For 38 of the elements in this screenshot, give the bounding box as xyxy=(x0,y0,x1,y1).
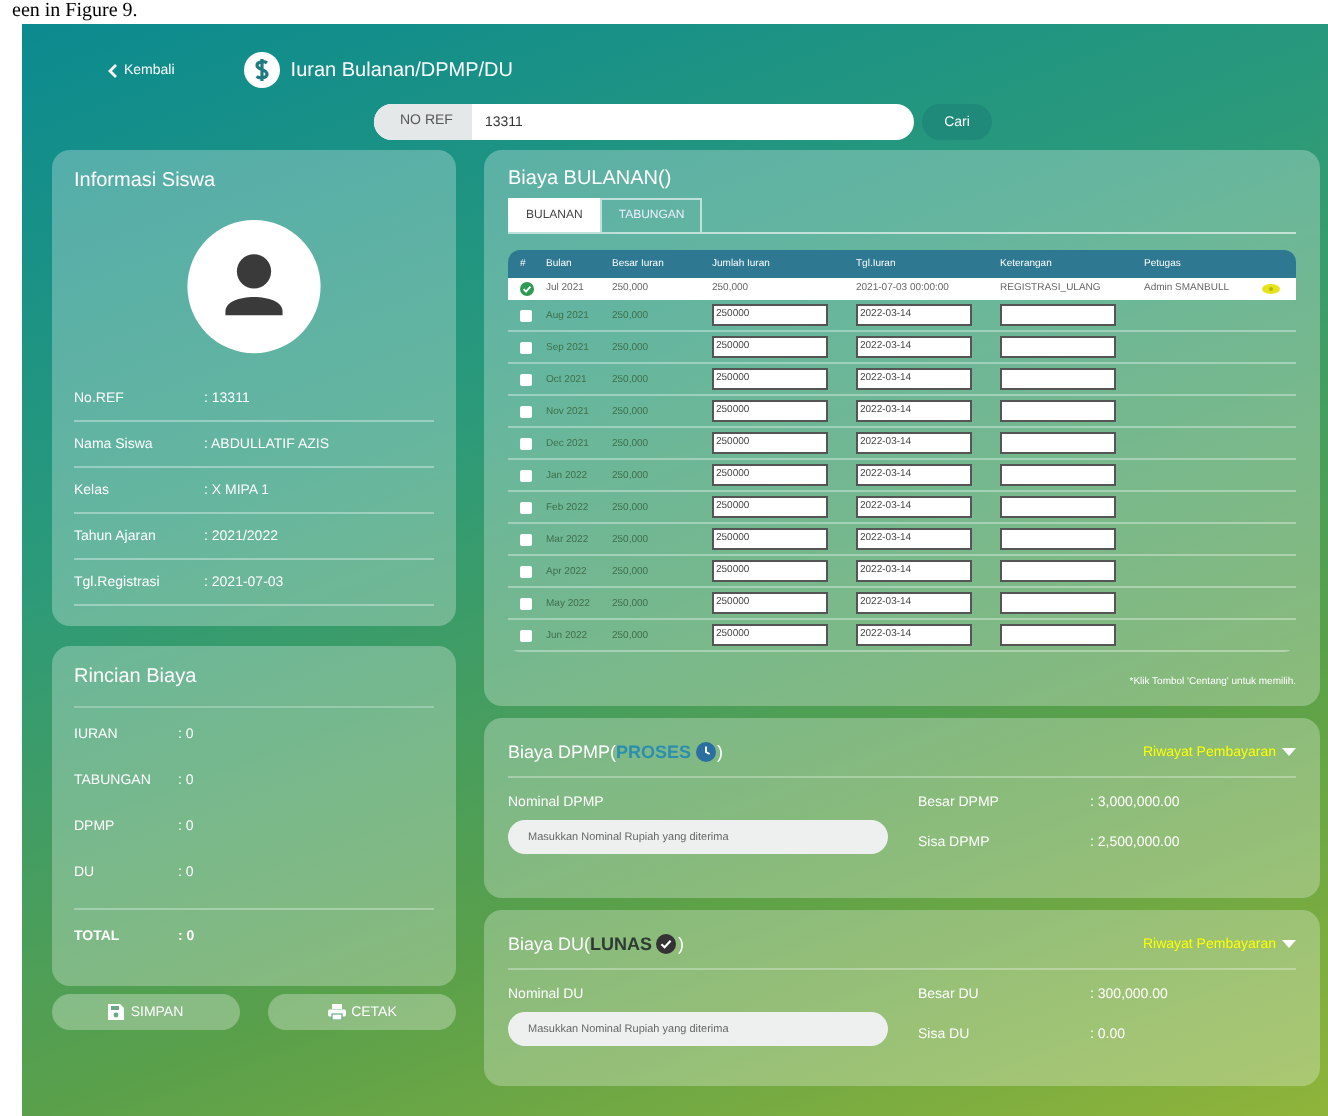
checkbox[interactable] xyxy=(520,501,532,513)
eye-icon[interactable] xyxy=(1262,283,1280,293)
card-title: Biaya DPMP(PROSES ) xyxy=(508,742,724,762)
note-field[interactable] xyxy=(1000,336,1116,358)
chevron-left-icon xyxy=(108,63,118,77)
note-field[interactable] xyxy=(1000,624,1116,646)
note-field[interactable] xyxy=(1000,432,1116,454)
card-title: Rincian Biaya xyxy=(74,666,434,708)
note-field[interactable] xyxy=(1000,496,1116,518)
caption-text: een in Figure 9. xyxy=(10,0,140,24)
checkbox[interactable] xyxy=(520,629,532,641)
note-field[interactable] xyxy=(1000,400,1116,422)
checkbox[interactable] xyxy=(520,565,532,577)
note-field[interactable] xyxy=(1000,528,1116,550)
checkbox[interactable] xyxy=(520,597,532,609)
checkbox[interactable] xyxy=(520,341,532,353)
note-field[interactable] xyxy=(1000,304,1116,326)
note-field[interactable] xyxy=(1000,560,1116,582)
note-field[interactable] xyxy=(1000,368,1116,390)
checkbox[interactable] xyxy=(520,309,532,321)
check-circle-icon xyxy=(656,934,677,954)
caret-down-icon xyxy=(1282,748,1296,756)
card-title: Informasi Siswa xyxy=(74,170,218,192)
checkbox[interactable] xyxy=(520,373,532,385)
note-field[interactable] xyxy=(1000,592,1116,614)
clock-icon xyxy=(695,742,716,762)
checkbox[interactable] xyxy=(520,437,532,449)
card-title: Biaya DU(LUNAS ) xyxy=(508,934,685,954)
caret-down-icon xyxy=(1282,940,1296,948)
dollar-icon xyxy=(244,52,281,88)
page-title: Iuran Bulanan/DPMP/DU xyxy=(290,59,513,81)
checkbox[interactable] xyxy=(520,533,532,545)
card-title: Biaya BULANAN() xyxy=(508,168,674,190)
checkbox[interactable] xyxy=(520,405,532,417)
note-field[interactable] xyxy=(1000,464,1116,486)
printer-icon xyxy=(327,1004,346,1020)
checkbox[interactable] xyxy=(520,469,532,481)
avatar-icon xyxy=(184,220,324,354)
